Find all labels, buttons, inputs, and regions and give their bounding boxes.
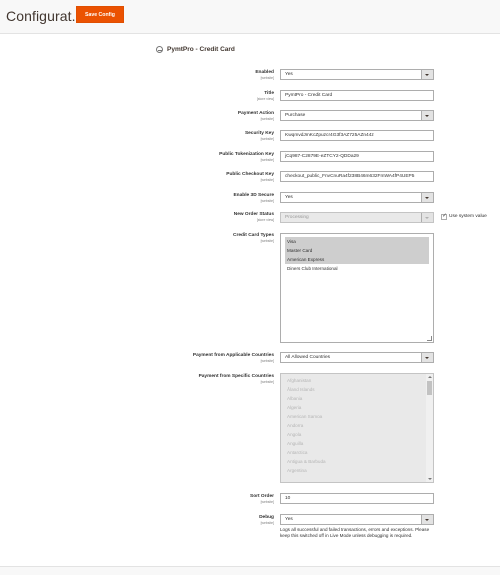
country-option[interactable]: Anguilla (281, 439, 433, 448)
debug-select[interactable]: Yes (280, 514, 434, 525)
specific-countries-scope: [website] (260, 379, 274, 384)
country-option[interactable]: Argentina (281, 466, 433, 475)
sort-order-input[interactable]: 10 (280, 493, 434, 504)
sort-order-label: Sort Order [website] (250, 494, 274, 504)
chevron-down-icon (425, 357, 429, 359)
payment-action-scope: [website] (260, 116, 274, 121)
title-label: Title [store view] (256, 91, 274, 101)
page-title: Configurat... (6, 8, 84, 24)
credit-card-option[interactable]: American Express (285, 255, 429, 264)
enable-3d-secure-select[interactable]: Yes (280, 192, 434, 203)
scrollbar[interactable] (426, 374, 433, 482)
security-key-label: Security Key [website] (244, 131, 274, 141)
enable-3d-secure-scope: [website] (260, 198, 274, 203)
public-tokenization-key-label: Public Tokenization Key [website] (219, 152, 274, 162)
scroll-down-icon[interactable] (427, 478, 432, 480)
country-option[interactable]: Albania (281, 394, 433, 403)
chevron-down-icon (425, 74, 429, 76)
security-key-input[interactable]: KwqmvdJmKcZpuzcr4G3f3AZ725AZn44z (280, 130, 434, 141)
public-tokenization-key-input[interactable]: jCq987-C2879E-eZTCY2-QDDa29 (280, 151, 434, 162)
credit-card-types-multiselect[interactable]: Visa Master Card American Express Diners Cl… (280, 233, 434, 343)
credit-card-option[interactable]: Visa (285, 237, 429, 246)
country-option[interactable]: Algeria (281, 403, 433, 412)
debug-note: Logs all successful and failed transacti… (280, 527, 430, 538)
country-option[interactable]: American Samoa (281, 412, 433, 421)
chevron-down-icon (425, 519, 429, 521)
credit-card-option[interactable]: Diners Club International (281, 264, 433, 273)
credit-card-option[interactable]: Master Card (285, 246, 429, 255)
specific-countries-multiselect[interactable]: Afghanistan Åland Islands Albania Algeria Am… (280, 373, 434, 483)
title-scope: [store view] (256, 96, 274, 101)
title-input[interactable]: PymtPro - Credit Card (280, 90, 434, 101)
public-tokenization-key-scope: [website] (260, 157, 274, 162)
new-order-status-select[interactable]: Processing (280, 212, 434, 223)
section-title: PymtPro - Credit Card (167, 46, 235, 53)
chevron-down-icon (425, 115, 429, 117)
public-checkout-key-scope: [website] (260, 177, 274, 182)
debug-scope: [website] (260, 520, 274, 525)
payment-action-select[interactable]: Purchase (280, 110, 434, 121)
credit-card-types-label: Credit Card Types [website] (233, 233, 274, 243)
security-key-scope: [website] (260, 136, 274, 141)
debug-label: Debug [website] (259, 515, 274, 525)
page-header: Configurat... Save Config (0, 0, 500, 34)
country-option[interactable]: Angola (281, 430, 433, 439)
country-option[interactable]: Antigua & Barbuda (281, 457, 433, 466)
chevron-down-icon (425, 197, 429, 199)
resize-handle-icon[interactable] (427, 336, 432, 341)
applicable-countries-select[interactable]: All Allowed Countries (280, 352, 434, 363)
credit-card-types-scope: [website] (260, 238, 274, 243)
specific-countries-label: Payment from Specific Countries [website] (198, 374, 274, 384)
country-option[interactable]: Antarctica (281, 448, 433, 457)
scrollbar-thumb[interactable] (427, 381, 432, 395)
country-option[interactable]: Andorra (281, 421, 433, 430)
chevron-down-icon (425, 217, 429, 219)
applicable-countries-scope: [website] (260, 358, 274, 363)
applicable-countries-label: Payment from Applicable Countries [websit… (192, 353, 274, 363)
country-option[interactable]: Afghanistan (281, 376, 433, 385)
enabled-label: Enabled [website] (255, 70, 274, 80)
use-system-value-label[interactable]: Use system value (449, 214, 487, 219)
public-checkout-key-label: Public Checkout Key [website] (226, 172, 274, 182)
scroll-up-icon[interactable] (427, 376, 432, 378)
use-system-value-checkbox[interactable] (441, 213, 447, 220)
enabled-select[interactable]: Yes (280, 69, 434, 80)
enabled-scope: [website] (260, 75, 274, 80)
enable-3d-secure-label: Enable 3D Secure [website] (233, 193, 274, 203)
new-order-status-scope: [store view] (256, 217, 274, 222)
country-option[interactable]: Åland Islands (281, 385, 433, 394)
new-order-status-label: New Order Status [store view] (233, 212, 274, 222)
payment-action-label: Payment Action [website] (237, 111, 274, 121)
save-config-button[interactable]: Save Config (76, 6, 124, 23)
public-checkout-key-input[interactable]: checkout_public_FnvCnuRa4f238B46m632FmWA… (280, 171, 434, 182)
sort-order-scope: [website] (260, 499, 274, 504)
collapse-icon[interactable] (156, 46, 163, 53)
